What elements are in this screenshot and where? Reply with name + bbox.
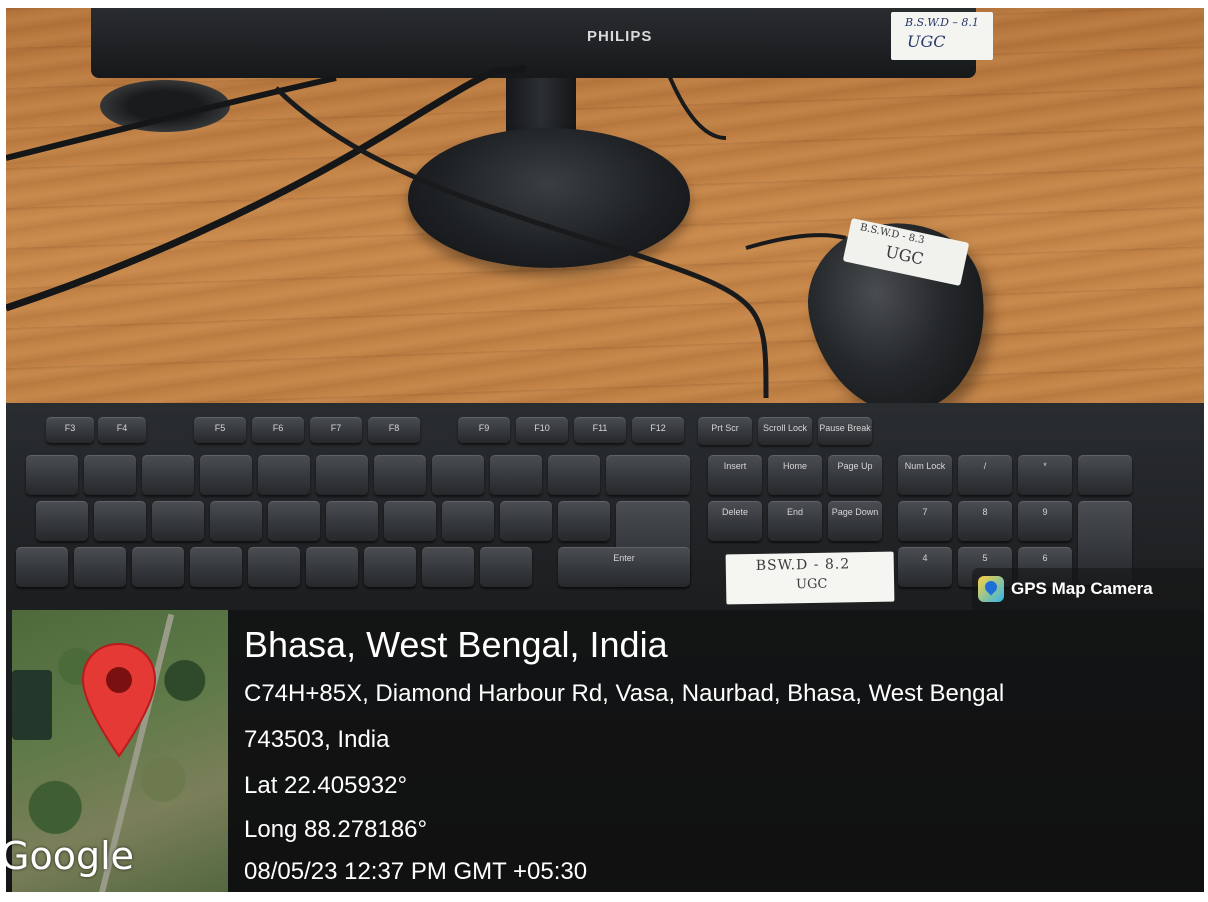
key: [16, 547, 68, 587]
key-f6: F6: [252, 417, 304, 443]
key: [422, 547, 474, 587]
key: [326, 501, 378, 541]
key: [94, 501, 146, 541]
key: [442, 501, 494, 541]
key-page-down: Page Down: [828, 501, 882, 541]
key-home: Home: [768, 455, 822, 495]
key: [306, 547, 358, 587]
gps-app-label: GPS Map Camera: [1011, 579, 1153, 598]
key: [152, 501, 204, 541]
key-f11: F11: [574, 417, 626, 443]
key: [142, 455, 194, 495]
key-numpad-multiply: *: [1018, 455, 1072, 495]
key: [248, 547, 300, 587]
map-pin-icon: [81, 642, 157, 758]
key-numpad-divide: /: [958, 455, 1012, 495]
address-line-2: 743503, India: [244, 726, 390, 753]
key-page-up: Page Up: [828, 455, 882, 495]
key: [500, 501, 552, 541]
mouse-sticker-line2: UGC: [883, 241, 926, 269]
key: [190, 547, 242, 587]
key: [210, 501, 262, 541]
timestamp-text: 08/05/23 12:37 PM GMT +05:30: [244, 858, 588, 885]
key-print-screen: Prt Scr: [698, 417, 752, 445]
key: [316, 455, 368, 495]
address-line-1: C74H+85X, Diamond Harbour Rd, Vasa, Naur…: [244, 680, 1005, 707]
key-f3: F3: [46, 417, 94, 443]
key: [26, 455, 78, 495]
key: [364, 547, 416, 587]
key-f4: F4: [98, 417, 146, 443]
gps-app-badge: GPS Map Camera: [972, 568, 1204, 610]
key-numpad-4: 4: [898, 547, 952, 587]
key-enter: Enter: [558, 547, 690, 587]
key: [74, 547, 126, 587]
key: [384, 501, 436, 541]
gps-info-panel: Bhasa, West Bengal, India C74H+85X, Diam…: [228, 610, 1204, 892]
key: [36, 501, 88, 541]
key-numpad-8: 8: [958, 501, 1012, 541]
key-f10: F10: [516, 417, 568, 443]
key-insert: Insert: [708, 455, 762, 495]
keyboard-sticker-line2: UGC: [795, 576, 828, 593]
keyboard-sticker-line1: BSW.D - 8.2: [755, 556, 851, 574]
key-numpad-7: 7: [898, 501, 952, 541]
key: [268, 501, 320, 541]
key: [548, 455, 600, 495]
keyboard-label-sticker: BSW.D - 8.2 UGC: [725, 551, 895, 605]
google-watermark: Google: [6, 834, 135, 878]
key-backspace: [606, 455, 690, 495]
key: [132, 547, 184, 587]
key-f7: F7: [310, 417, 362, 443]
key: [200, 455, 252, 495]
place-title: Bhasa, West Bengal, India: [244, 624, 668, 665]
key-f12: F12: [632, 417, 684, 443]
photo-scene: PHILIPS B.S.W.D – 8.1 UGC B.S.W.D - 8.3 …: [6, 8, 1204, 892]
key: [374, 455, 426, 495]
key-pause-break: Pause Break: [818, 417, 872, 445]
key-f5: F5: [194, 417, 246, 443]
key: [490, 455, 542, 495]
key: [432, 455, 484, 495]
key: [558, 501, 610, 541]
key-num-lock: Num Lock: [898, 455, 952, 495]
key: [258, 455, 310, 495]
latitude-text: Lat 22.405932°: [244, 772, 408, 799]
key-numpad-minus: [1078, 455, 1132, 495]
key: [480, 547, 532, 587]
key-end: End: [768, 501, 822, 541]
key-scroll-lock: Scroll Lock: [758, 417, 812, 445]
map-water-body: [12, 670, 52, 740]
longitude-text: Long 88.278186°: [244, 816, 428, 843]
key-f8: F8: [368, 417, 420, 443]
key-f9: F9: [458, 417, 510, 443]
key: [84, 455, 136, 495]
gps-map-camera-logo-icon: [978, 576, 1004, 602]
key-delete: Delete: [708, 501, 762, 541]
key-numpad-9: 9: [1018, 501, 1072, 541]
